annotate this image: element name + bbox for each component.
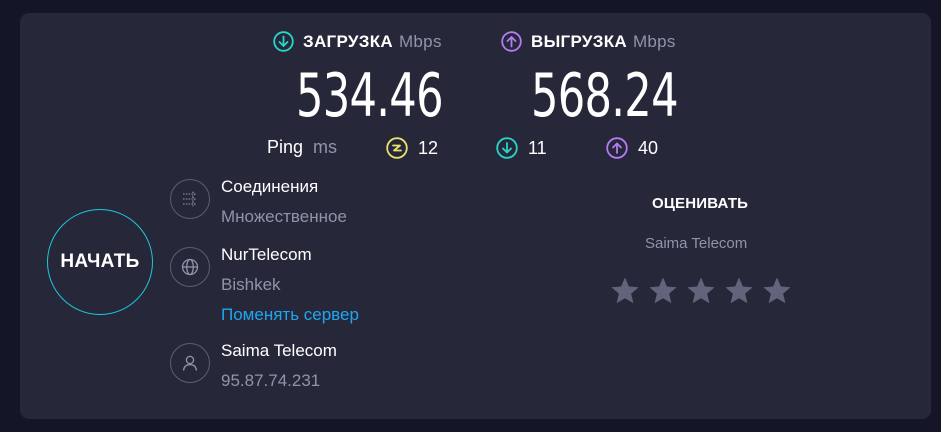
download-value: 534.46 <box>296 61 444 131</box>
upload-arrow-icon <box>501 31 522 52</box>
download-ping-icon <box>496 137 518 159</box>
start-button-label: НАЧАТЬ <box>60 251 140 272</box>
connections-value: Множественное <box>221 207 347 226</box>
download-metric: ЗАГРУЗКА Mbps 534.46 <box>273 31 444 131</box>
result-card: ЗАГРУЗКА Mbps 534.46 ВЫГРУЗКА Mbps 568.2… <box>20 13 931 419</box>
server-location: Bishkek <box>221 275 281 294</box>
download-label: ЗАГРУЗКА <box>303 31 393 51</box>
rating-star-icon[interactable] <box>723 275 755 307</box>
rating-title: ОЦЕНИВАТЬ <box>652 195 749 212</box>
rating-star-icon[interactable] <box>647 275 679 307</box>
rating-star-icon[interactable] <box>685 275 717 307</box>
server-name: NurTelecom <box>221 245 312 264</box>
ping-idle: 12 <box>386 137 438 159</box>
ping-download: 11 <box>496 137 547 159</box>
globe-icon[interactable] <box>170 247 210 287</box>
connections-icon[interactable] <box>170 179 210 219</box>
download-arrow-icon <box>273 31 294 52</box>
upload-value: 568.24 <box>531 61 679 131</box>
ping-label: Ping <box>267 137 304 157</box>
ping-upload-value: 40 <box>638 137 659 158</box>
provider-ip: 95.87.74.231 <box>221 371 321 390</box>
connections-title: Соединения <box>221 177 319 196</box>
lightning-ping-icon <box>386 137 408 159</box>
download-unit: Mbps <box>398 31 442 51</box>
ping-unit: ms <box>313 137 338 157</box>
upload-metric: ВЫГРУЗКА Mbps 568.24 <box>501 31 679 131</box>
ping-download-value: 11 <box>528 137 547 158</box>
upload-unit: Mbps <box>632 31 676 51</box>
rating-star-icon[interactable] <box>761 275 793 307</box>
rating-provider: Saima Telecom <box>645 235 748 252</box>
rating-star-icon[interactable] <box>609 275 641 307</box>
ping-idle-value: 12 <box>418 137 439 158</box>
change-server-link[interactable]: Поменять сервер <box>221 305 359 325</box>
ping-row: Ping ms <box>267 137 337 158</box>
user-icon <box>170 343 210 383</box>
upload-ping-icon <box>606 137 628 159</box>
provider-name: Saima Telecom <box>221 341 337 360</box>
upload-label: ВЫГРУЗКА <box>531 31 627 51</box>
rating-stars <box>609 275 799 307</box>
download-header: ЗАГРУЗКА Mbps <box>273 31 442 52</box>
start-button[interactable]: НАЧАТЬ <box>47 209 153 315</box>
upload-header: ВЫГРУЗКА Mbps <box>501 31 676 52</box>
ping-upload: 40 <box>606 137 658 159</box>
